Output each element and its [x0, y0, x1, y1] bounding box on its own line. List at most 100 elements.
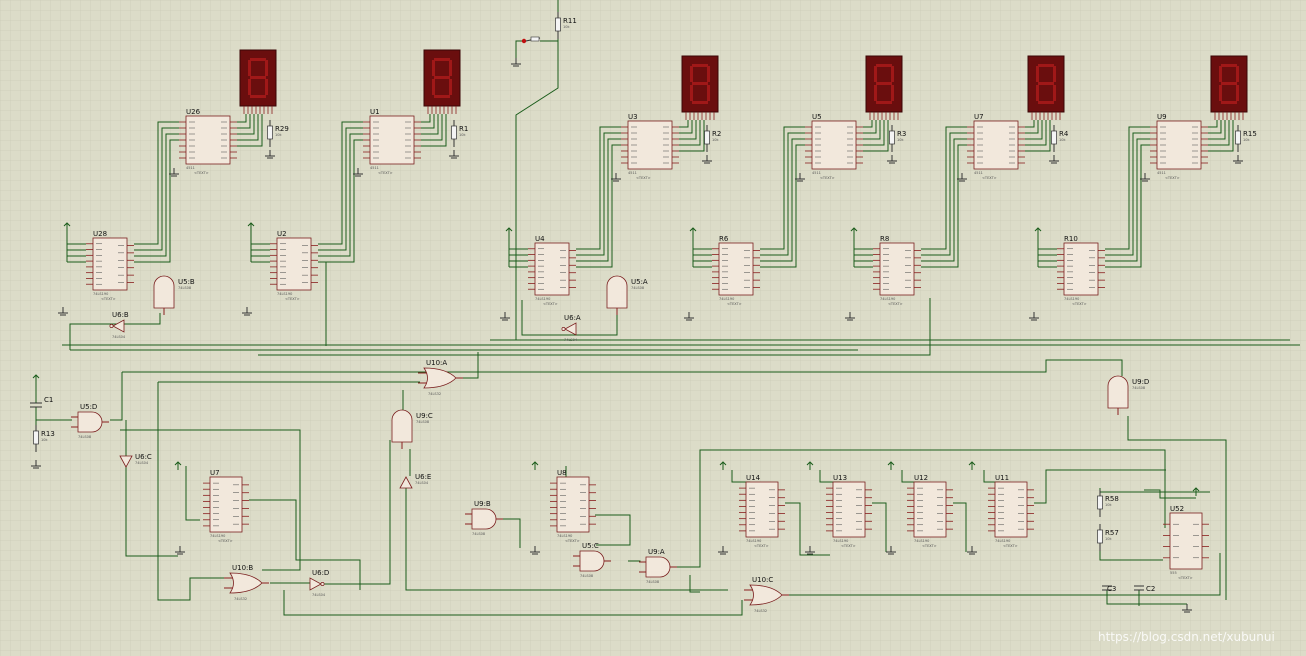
resistor-body	[555, 17, 561, 32]
gate-body	[153, 275, 175, 309]
resistor-value: 10k	[712, 138, 719, 142]
ic-part: 4511	[812, 171, 821, 175]
ic-body	[276, 237, 312, 291]
switch-body	[530, 36, 540, 42]
display-segment	[692, 82, 708, 85]
display-segment	[432, 79, 435, 95]
ic-text: <TEXT>	[1165, 176, 1180, 180]
ic-text: <TEXT>	[565, 539, 580, 543]
ic-label: U9	[1157, 113, 1167, 121]
ic-part: 74LS190	[210, 534, 225, 538]
counter-ic-u14: U14 74LS190<TEXT>	[739, 474, 785, 548]
counter-ic-u11: U11 74LS190<TEXT>	[988, 474, 1034, 548]
gate-label: U6:A	[564, 314, 581, 322]
ic-label: U2	[277, 230, 287, 238]
ic-part: 74LS190	[535, 297, 550, 301]
display-segment	[250, 76, 266, 79]
ic-text: <TEXT>	[1003, 544, 1018, 548]
seven-segment-display-2	[423, 49, 461, 114]
ic-text: <TEXT>	[194, 171, 209, 175]
gate-label: U6:E	[415, 473, 431, 481]
resistor-label: R1	[459, 125, 468, 133]
ic-part: 74LS190	[557, 534, 572, 538]
seven-segment-display-5	[1027, 55, 1065, 120]
resistor-value: 10k	[897, 138, 904, 142]
display-segment	[1038, 64, 1054, 67]
resistor-label: R58	[1105, 495, 1119, 503]
display-segment	[1221, 64, 1237, 67]
ic-body	[556, 476, 590, 533]
ic-text: <TEXT>	[888, 302, 903, 306]
gate-part: 74LS04	[112, 335, 126, 339]
resistor-label: R13	[41, 430, 55, 438]
capacitor-label: C2	[1146, 585, 1155, 593]
ic-text: <TEXT>	[1072, 302, 1087, 306]
display-segment	[449, 60, 452, 76]
counter-ic-2: U2 74LS190<TEXT>	[270, 230, 318, 301]
display-segment	[250, 58, 266, 61]
display-segment	[690, 85, 693, 101]
ic-body	[994, 481, 1028, 538]
seven-segment-display-6	[1210, 55, 1248, 120]
gate-label: U10:B	[232, 564, 253, 572]
resistor-value: 10k	[275, 133, 282, 137]
display-segment	[1236, 66, 1239, 82]
ic-body	[534, 242, 570, 296]
gate-label: U10:A	[426, 359, 447, 367]
ic-text: <TEXT>	[1178, 576, 1193, 580]
ic-body	[209, 476, 243, 533]
gate-label: U5:A	[631, 278, 648, 286]
gate-body	[391, 409, 413, 443]
gate-part: 74LS32	[754, 609, 767, 613]
gate-body	[77, 411, 103, 433]
ic-text: <TEXT>	[841, 544, 856, 548]
gate-body	[471, 508, 497, 530]
display-segment	[1036, 85, 1039, 101]
capacitor-label: C3	[1107, 585, 1116, 593]
resistor-body	[704, 130, 710, 145]
gate-part: 74LS08	[78, 435, 91, 439]
resistor-body	[1235, 130, 1241, 145]
ic-label: U7	[210, 469, 220, 477]
display-segment	[1221, 82, 1237, 85]
ic-body	[745, 481, 779, 538]
gate-bubble	[320, 582, 325, 586]
ic-part: 4511	[370, 166, 379, 170]
resistor-body	[1097, 529, 1103, 544]
display-segment	[707, 66, 710, 82]
resistor-label: R57	[1105, 529, 1119, 537]
ic-label: U1	[370, 108, 380, 116]
display-segment	[1053, 66, 1056, 82]
counter-ic-u13: U13 74LS190<TEXT>	[826, 474, 872, 548]
display-segment	[434, 76, 450, 79]
ic-label: R6	[719, 235, 729, 243]
ic-label: U5	[812, 113, 822, 121]
ic-part: 74LS190	[93, 292, 108, 296]
counter-ic-u8: U8 74LS190<TEXT>	[550, 469, 596, 543]
gate-bubble	[561, 327, 566, 331]
display-segment	[1036, 66, 1039, 82]
gate-part: 74LS32	[428, 392, 441, 396]
schematic-canvas: U264511<TEXT>R2910kU2874LS190<TEXT>U1451…	[0, 0, 1306, 656]
ic-part: 74LS190	[1064, 297, 1079, 301]
ic-part: 74LS190	[719, 297, 734, 301]
display-segment	[891, 85, 894, 101]
counter-ic-u12: U12 74LS190<TEXT>	[907, 474, 953, 548]
ic-part: 555	[1170, 571, 1177, 575]
ic-part: 74LS190	[914, 539, 929, 543]
gate-label: U9:A	[648, 548, 665, 556]
gate-label: U9:D	[1132, 378, 1149, 386]
display-segment	[1236, 85, 1239, 101]
resistor-value: 10k	[459, 133, 466, 137]
ic-text: <TEXT>	[285, 297, 300, 301]
ic-text: <TEXT>	[820, 176, 835, 180]
ic-body	[1169, 512, 1203, 570]
ic-part: 74LS190	[880, 297, 895, 301]
resistor-value: 10k	[1105, 537, 1112, 541]
gate-part: 74LS08	[1132, 386, 1145, 390]
ic-text: <TEXT>	[218, 539, 233, 543]
ic-body	[832, 481, 866, 538]
display-segment	[876, 101, 892, 104]
counter-ic-u7: U7 74LS190<TEXT>	[203, 469, 249, 543]
gate-body	[606, 275, 628, 309]
